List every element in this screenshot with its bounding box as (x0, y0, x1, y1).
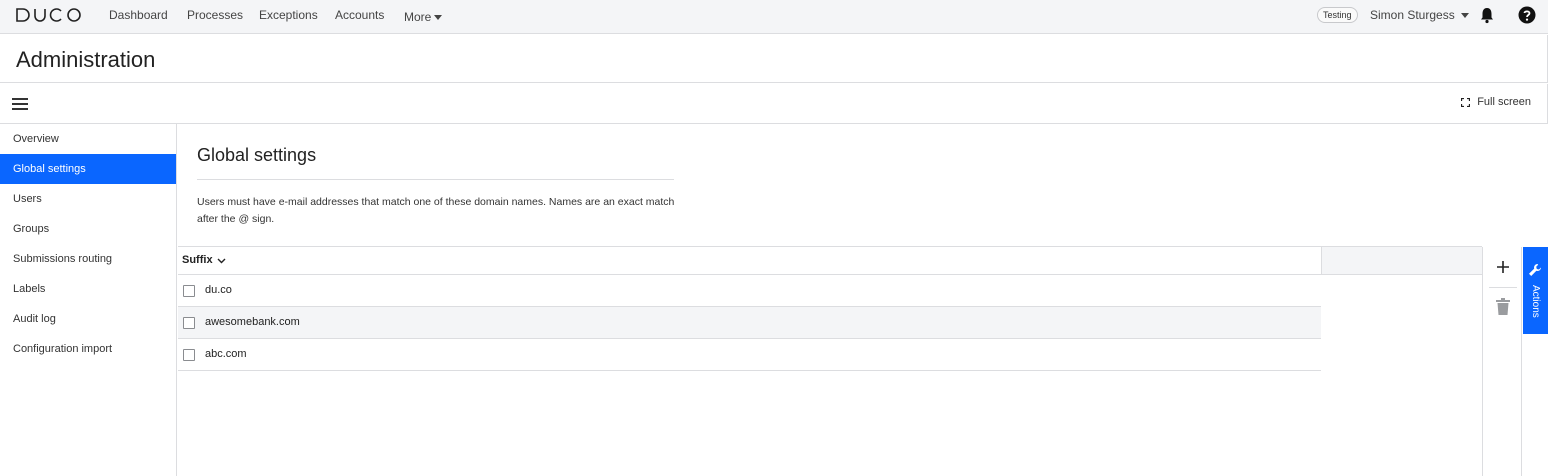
environment-badge: Testing (1317, 7, 1358, 23)
sidebar-item-groups[interactable]: Groups (0, 214, 176, 244)
fullscreen-icon (1461, 97, 1471, 107)
caret-down-icon (1460, 13, 1469, 18)
column-header-label: Suffix (182, 254, 213, 266)
divider (1489, 287, 1517, 288)
duco-logo[interactable] (16, 7, 82, 23)
hamburger-menu-icon[interactable] (12, 98, 28, 110)
main-content: Global settings Users must have e-mail a… (178, 124, 1482, 476)
table-header: Suffix (178, 246, 1482, 275)
sidebar-item-global-settings[interactable]: Global settings (0, 154, 176, 184)
section-description: Users must have e-mail addresses that ma… (197, 196, 675, 225)
page-header: Administration (0, 35, 1548, 83)
sidebar-item-labels[interactable]: Labels (0, 274, 176, 304)
fullscreen-button[interactable]: Full screen (1461, 96, 1531, 108)
table-header-filler (1321, 247, 1482, 274)
column-header-suffix[interactable]: Suffix (182, 247, 226, 274)
cell-suffix: abc.com (205, 348, 247, 360)
section-title: Global settings (197, 145, 317, 165)
top-navbar: Dashboard Processes Exceptions Accounts … (0, 0, 1548, 34)
table-row[interactable]: awesomebank.com (178, 307, 1321, 339)
nav-processes[interactable]: Processes (187, 0, 243, 34)
page-title: Administration (16, 47, 156, 72)
toolbar: Full screen (0, 84, 1548, 124)
user-menu[interactable]: Simon Sturgess (1370, 0, 1469, 30)
fullscreen-label: Full screen (1477, 96, 1531, 108)
sidebar-item-configuration-import[interactable]: Configuration import (0, 334, 176, 364)
row-checkbox[interactable] (183, 317, 195, 329)
nav-dashboard[interactable]: Dashboard (109, 0, 168, 34)
sort-descending-icon (217, 258, 226, 263)
actions-panel-tab[interactable]: Actions (1523, 247, 1548, 334)
cell-suffix: du.co (205, 284, 232, 296)
table-row[interactable]: du.co (178, 275, 1321, 307)
table-row[interactable]: abc.com (178, 339, 1321, 371)
sidebar-item-submissions-routing[interactable]: Submissions routing (0, 244, 176, 274)
sidebar-item-audit-log[interactable]: Audit log (0, 304, 176, 334)
sidebar-item-overview[interactable]: Overview (0, 124, 176, 154)
nav-exceptions[interactable]: Exceptions (259, 0, 318, 34)
sidebar-item-users[interactable]: Users (0, 184, 176, 214)
cell-suffix: awesomebank.com (205, 316, 300, 328)
row-checkbox[interactable] (183, 349, 195, 361)
wrench-icon (1529, 264, 1541, 276)
caret-down-icon (434, 15, 443, 20)
admin-sidebar: Overview Global settings Users Groups Su… (0, 124, 177, 476)
actions-tab-label: Actions (1530, 284, 1541, 318)
divider (197, 179, 674, 180)
nav-more-label: More (404, 10, 432, 24)
row-checkbox[interactable] (183, 285, 195, 297)
help-icon[interactable] (1518, 6, 1536, 24)
user-name: Simon Sturgess (1370, 8, 1455, 22)
nav-more-menu[interactable]: More (404, 0, 443, 34)
row-actions-panel (1482, 247, 1522, 476)
plus-icon[interactable] (1495, 259, 1511, 275)
domain-suffix-table: Suffix du.co awesomebank.com abc.com (178, 246, 1482, 371)
bell-icon[interactable] (1478, 6, 1496, 24)
nav-accounts[interactable]: Accounts (335, 0, 384, 34)
trash-icon[interactable] (1496, 298, 1510, 315)
